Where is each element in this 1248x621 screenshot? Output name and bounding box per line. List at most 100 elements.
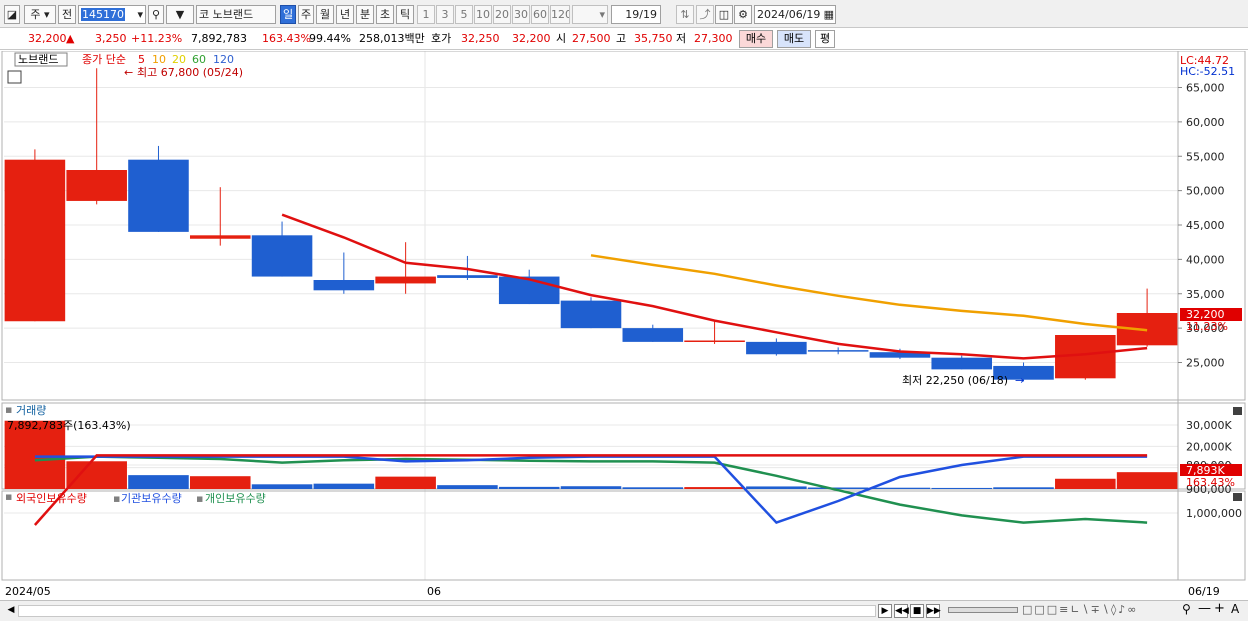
volume-bar — [251, 484, 313, 489]
market-label: 코 — [199, 8, 210, 21]
volume-tick-label: 20,000K — [1186, 440, 1232, 453]
period-minute[interactable]: 분 — [356, 5, 374, 24]
horizontal-scrollbar[interactable] — [18, 605, 876, 617]
ask-price-2: 32,200 — [512, 32, 551, 45]
play-icon[interactable]: ▶ — [878, 604, 892, 618]
date-mid: 06 — [427, 585, 441, 598]
date-value: 2024/06/19 — [757, 8, 821, 21]
tool-icon[interactable]: ⤴ — [696, 5, 714, 24]
holding-marker: ▪ — [5, 490, 12, 503]
candle-body — [4, 159, 66, 322]
table-icon[interactable] — [7, 70, 22, 84]
zoom-slider[interactable] — [948, 607, 1018, 613]
candle-body — [622, 328, 684, 342]
high-label: 고 — [616, 32, 627, 45]
stock-label: 노브랜드 — [18, 53, 58, 66]
ma-period-120: 120 — [213, 53, 234, 66]
num-120[interactable]: 120 — [550, 5, 570, 24]
close-volume-icon[interactable] — [1233, 407, 1242, 415]
font-size-icon[interactable]: A — [1231, 602, 1239, 616]
period-month[interactable]: 월 — [316, 5, 334, 24]
volume-bar — [993, 487, 1054, 489]
prev-button[interactable]: 전 — [58, 5, 76, 24]
period-second[interactable]: 초 — [376, 5, 394, 24]
compare-icon[interactable]: ⇅ — [676, 5, 694, 24]
price-tick-label: 25,000 — [1186, 357, 1225, 370]
page-counter[interactable]: 19/19 — [611, 5, 661, 24]
stock-name-box[interactable]: 코 노브랜드 — [196, 5, 276, 24]
search-icon-bottom[interactable]: ⚲ — [1182, 602, 1191, 616]
volume-bar — [1055, 478, 1116, 489]
num-60[interactable]: 60 — [531, 5, 549, 24]
drawing-tools[interactable]: □□□≡∟∖∓∖◊♪∞ — [1022, 603, 1182, 619]
change-percent: +11.23% — [131, 32, 183, 45]
chart-area[interactable]: 65,000 60,000 55,000 50,000 45,000 40,000 35,0… — [0, 51, 1248, 601]
search-icon[interactable]: ⚲ — [148, 5, 164, 24]
volume-bar — [189, 476, 251, 489]
left-arrow-icon: ← — [124, 66, 133, 79]
period-tick[interactable]: 틱 — [396, 5, 414, 24]
holding-panel: 1,000,000900,000800,000 — [33, 454, 1242, 526]
avg-button[interactable]: 평 — [815, 30, 835, 48]
zoom-in-icon[interactable]: + — [1214, 601, 1225, 616]
bottom-bar: ◀ ▶ ◀◀ ■ ▶▶ □□□≡∟∖∓∖◊♪∞ ⚲ — + A — [0, 600, 1248, 621]
candle-body — [313, 280, 375, 291]
high-price: 35,750 — [634, 32, 673, 45]
stock-code-value: 145170 — [81, 8, 125, 21]
close-holding-icon[interactable] — [1233, 493, 1242, 501]
candle-body — [684, 340, 745, 342]
holding-frame — [1, 490, 1246, 581]
num-10[interactable]: 10 — [474, 5, 492, 24]
candle-body — [251, 235, 313, 277]
toolbar: ◪ 주 ▾ 전 145170 ▾ ⚲ ▼ 코 노브랜드 일 주 월 년 분 초 틱… — [0, 0, 1248, 28]
calendar-icon[interactable]: ▦ — [824, 6, 835, 23]
sell-button[interactable]: 매도 — [777, 30, 811, 48]
period-year[interactable]: 년 — [336, 5, 354, 24]
save-icon[interactable]: ◫ — [715, 5, 733, 24]
price-tick-label: 45,000 — [1186, 219, 1225, 232]
forward-icon[interactable]: ▶▶ — [926, 604, 941, 618]
open-price: 27,500 — [572, 32, 611, 45]
scroll-left-icon[interactable]: ◀ — [4, 604, 18, 618]
num-3[interactable]: 3 — [436, 5, 454, 24]
stop-icon[interactable]: ■ — [910, 604, 924, 618]
low-price: 27,300 — [694, 32, 733, 45]
period-day[interactable]: 일 — [280, 5, 296, 24]
volume-bar — [1116, 472, 1178, 489]
foreign-line — [33, 454, 1148, 526]
price-tick-label: 40,000 — [1186, 253, 1225, 266]
rewind-icon[interactable]: ◀◀ — [894, 604, 909, 618]
zoom-out-icon[interactable]: — — [1198, 601, 1211, 616]
layout-icon[interactable]: ◪ — [4, 5, 20, 24]
legend-dot-2: ▪ — [196, 492, 203, 505]
stock-code-input[interactable]: 145170 ▾ — [78, 5, 146, 24]
period-week[interactable]: 주 — [298, 5, 314, 24]
num-20[interactable]: 20 — [493, 5, 511, 24]
volume-panel: 30,000K20,000K10,000K — [4, 419, 1232, 489]
open-label: 시 — [556, 32, 567, 45]
speaker-icon[interactable]: ▼ — [166, 5, 194, 24]
panel-frames — [1, 51, 1246, 581]
candle-body — [807, 350, 869, 352]
unit-select[interactable]: ▾ — [572, 5, 608, 24]
week-select[interactable]: 주 ▾ — [24, 5, 56, 24]
num-1[interactable]: 1 — [417, 5, 435, 24]
num-5[interactable]: 5 — [455, 5, 473, 24]
num-30[interactable]: 30 — [512, 5, 530, 24]
price-change: 3,250 — [95, 32, 127, 45]
low-note: 최저 22,250 (06/18) — [902, 374, 1008, 387]
candle-body — [746, 341, 807, 355]
chart-labels: 노브랜드 종가 단순 5 10 20 60 120 ← 최고 67,800 (0… — [5, 52, 1242, 598]
gear-icon[interactable]: ⚙ — [734, 5, 752, 24]
volume-bar — [375, 476, 436, 489]
up-arrow-icon: ▲ — [66, 32, 75, 45]
cur-pct-label: 11.23% — [1186, 320, 1228, 333]
price-tick-label: 35,000 — [1186, 288, 1225, 301]
volume-bar — [931, 487, 993, 489]
ma-title: 종가 단순 — [82, 53, 126, 66]
volume-bar — [437, 485, 498, 489]
legend-institution: 기관보유수량 — [121, 492, 182, 505]
price-tick-label: 50,000 — [1186, 185, 1225, 198]
buy-button[interactable]: 매수 — [739, 30, 773, 48]
date-input[interactable]: 2024/06/19 ▦ — [754, 5, 836, 24]
